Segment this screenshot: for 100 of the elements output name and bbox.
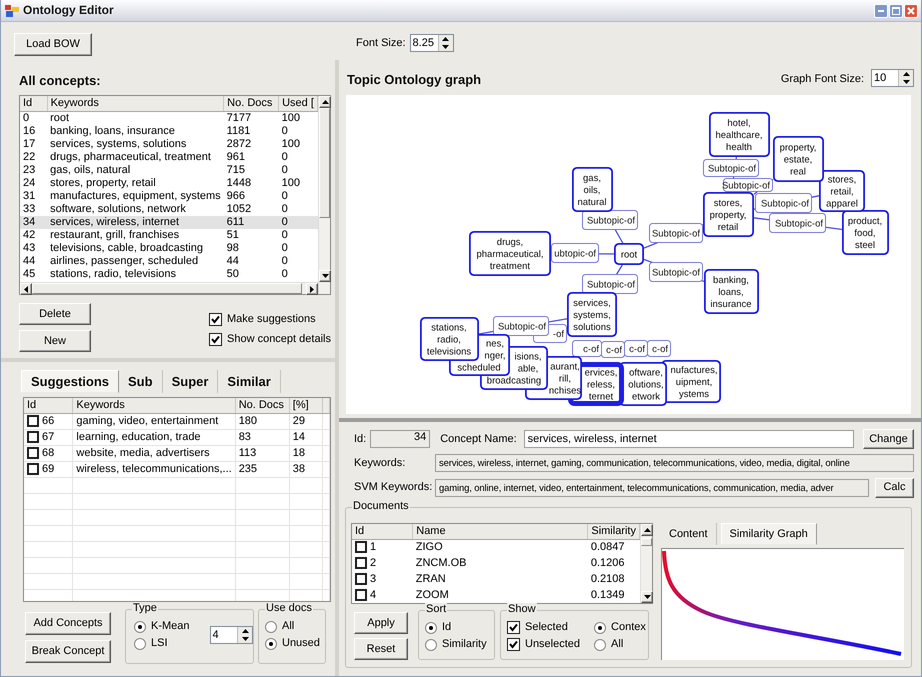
- edge-label[interactable]: Subtopic-of: [649, 223, 703, 243]
- scroll-thumb[interactable]: [32, 283, 302, 294]
- vertical-scrollbar[interactable]: [640, 524, 652, 603]
- new-button[interactable]: New: [19, 330, 91, 352]
- column-header[interactable]: Id: [24, 398, 73, 413]
- concept-row[interactable]: 42 restaurant, grill, franchises 51 0: [20, 228, 318, 242]
- vertical-scrollbar[interactable]: [318, 96, 330, 282]
- edge-label[interactable]: Subtopic-of: [493, 316, 549, 336]
- add-concepts-button[interactable]: Add Concepts: [25, 612, 111, 635]
- maximize-button[interactable]: [889, 4, 903, 18]
- calc-button[interactable]: Calc: [875, 478, 914, 498]
- topic-node[interactable]: services, systems, solutions: [567, 292, 617, 337]
- apply-button[interactable]: Apply: [354, 612, 408, 634]
- column-header[interactable]: Used [: [278, 96, 318, 111]
- tab[interactable]: Similar: [218, 370, 281, 393]
- topic-node[interactable]: stores, retail, apparel: [819, 170, 865, 212]
- spin-buttons[interactable]: [438, 35, 453, 51]
- change-button[interactable]: Change: [863, 429, 914, 449]
- edge-label[interactable]: c-of: [572, 340, 602, 357]
- concept-row[interactable]: 16 banking, loans, insurance 1181 0: [20, 124, 318, 138]
- checkbox[interactable]: [209, 333, 222, 346]
- checkbox[interactable]: [355, 541, 367, 554]
- tab[interactable]: Suggestions: [21, 370, 120, 393]
- spin-buttons[interactable]: [898, 70, 913, 86]
- concept-row[interactable]: 24 stores, property, retail 1448 100: [20, 176, 318, 190]
- radio-button[interactable]: [594, 638, 606, 650]
- radio-button[interactable]: [265, 638, 277, 650]
- topic-node[interactable]: stores, property, retail: [703, 192, 754, 237]
- load-bow-button[interactable]: Load BOW: [14, 33, 92, 56]
- checkbox[interactable]: [209, 313, 222, 326]
- font-size-field[interactable]: 8.25: [410, 34, 454, 52]
- checkbox[interactable]: [355, 589, 367, 601]
- topic-node[interactable]: nufactures, uipment, ystems: [661, 360, 721, 403]
- count-field[interactable]: 4: [210, 626, 253, 644]
- radio-button[interactable]: [134, 620, 146, 632]
- radio-button[interactable]: [425, 622, 437, 634]
- concept-row[interactable]: 22 drugs, pharmaceutical, treatment 961 0: [20, 150, 318, 164]
- column-header[interactable]: Keywords: [72, 398, 236, 413]
- edge-label[interactable]: c-of: [624, 340, 648, 357]
- spin-buttons[interactable]: [237, 627, 252, 643]
- delete-button[interactable]: Delete: [19, 303, 91, 325]
- close-button[interactable]: [904, 4, 918, 18]
- checkbox[interactable]: [355, 573, 367, 585]
- edge-label[interactable]: Subtopic-of: [755, 193, 812, 213]
- concept-row[interactable]: 45 stations, radio, televisions 50 0: [20, 268, 318, 280]
- topic-node[interactable]: stations, radio, televisions: [420, 317, 479, 361]
- graph-font-size-field[interactable]: 10: [871, 69, 914, 87]
- column-header[interactable]: Similarity: [588, 524, 640, 539]
- column-header[interactable]: Id: [352, 524, 413, 539]
- scroll-down-button[interactable]: [641, 591, 653, 603]
- concept-row[interactable]: 43 televisions, cable, broadcasting 98 0: [20, 242, 318, 254]
- concept-row[interactable]: 17 services, systems, solutions 2872 100: [20, 138, 318, 150]
- topic-node[interactable]: root: [614, 243, 644, 265]
- concept-row[interactable]: 31 manufactures, equipment, systems 966 0: [20, 190, 318, 202]
- column-header[interactable]: Id: [20, 96, 48, 111]
- topic-node[interactable]: hotel, healthcare, health: [709, 112, 770, 157]
- column-header[interactable]: [%]: [289, 398, 322, 413]
- radio-button[interactable]: [265, 620, 277, 632]
- column-header[interactable]: No. Docs: [235, 398, 290, 413]
- scroll-thumb[interactable]: [641, 538, 652, 546]
- edge-label[interactable]: Subtopic-of: [703, 159, 759, 177]
- checkbox[interactable]: [27, 463, 39, 475]
- tab[interactable]: Similarity Graph: [720, 523, 817, 545]
- column-header[interactable]: Keywords: [47, 96, 224, 111]
- checkbox[interactable]: [27, 415, 39, 427]
- checkbox[interactable]: [355, 557, 367, 569]
- edge-label[interactable]: c-of: [601, 341, 625, 358]
- edge-label[interactable]: Subtopic-of: [769, 213, 826, 233]
- tab[interactable]: Sub: [119, 370, 163, 393]
- concept-row[interactable]: 34 services, wireless, internet 611 0: [20, 216, 318, 228]
- checkbox[interactable]: [27, 447, 39, 459]
- concept-name-field[interactable]: services, wireless, internet: [524, 430, 854, 448]
- topic-node[interactable]: product, food, steel: [842, 210, 889, 255]
- concept-row[interactable]: 23 gas, oils, natural 715 0: [20, 164, 318, 176]
- scroll-right-button[interactable]: [306, 283, 318, 295]
- scroll-down-button[interactable]: [319, 270, 331, 282]
- edge-label[interactable]: ubtopic-of: [551, 243, 599, 263]
- minimize-button[interactable]: [874, 4, 888, 18]
- keywords-field[interactable]: services, wireless, internet, gaming, communication, telecommunications, video, media, digital, online: [435, 454, 914, 472]
- scroll-thumb[interactable]: [319, 108, 330, 218]
- horizontal-scrollbar[interactable]: [20, 282, 318, 294]
- scroll-up-button[interactable]: [319, 96, 331, 108]
- radio-button[interactable]: [134, 638, 146, 650]
- topic-node[interactable]: drugs, pharmaceutical, treatment: [469, 231, 551, 276]
- tab[interactable]: Content: [661, 523, 717, 545]
- edge-label[interactable]: Subtopic-of: [582, 210, 638, 230]
- tab[interactable]: Super: [162, 370, 218, 393]
- checkbox[interactable]: [27, 431, 39, 443]
- concept-row[interactable]: 33 software, solutions, network 1052 0: [20, 202, 318, 216]
- edge-label[interactable]: c-of: [647, 340, 671, 357]
- scroll-up-button[interactable]: [641, 524, 653, 536]
- topic-node[interactable]: banking, loans, insurance: [704, 269, 759, 314]
- topic-node[interactable]: oftware, olutions, etwork: [619, 362, 667, 406]
- edge-label[interactable]: Subtopic-of: [649, 262, 703, 282]
- reset-button[interactable]: Reset: [354, 638, 408, 660]
- svm-keywords-field[interactable]: gaming, online, internet, video, entertainment, telecommunications, communication, media, adver: [435, 478, 869, 496]
- checkbox[interactable]: [507, 621, 520, 634]
- checkbox[interactable]: [507, 638, 520, 651]
- id-field[interactable]: 34: [370, 430, 430, 448]
- radio-button[interactable]: [594, 622, 606, 634]
